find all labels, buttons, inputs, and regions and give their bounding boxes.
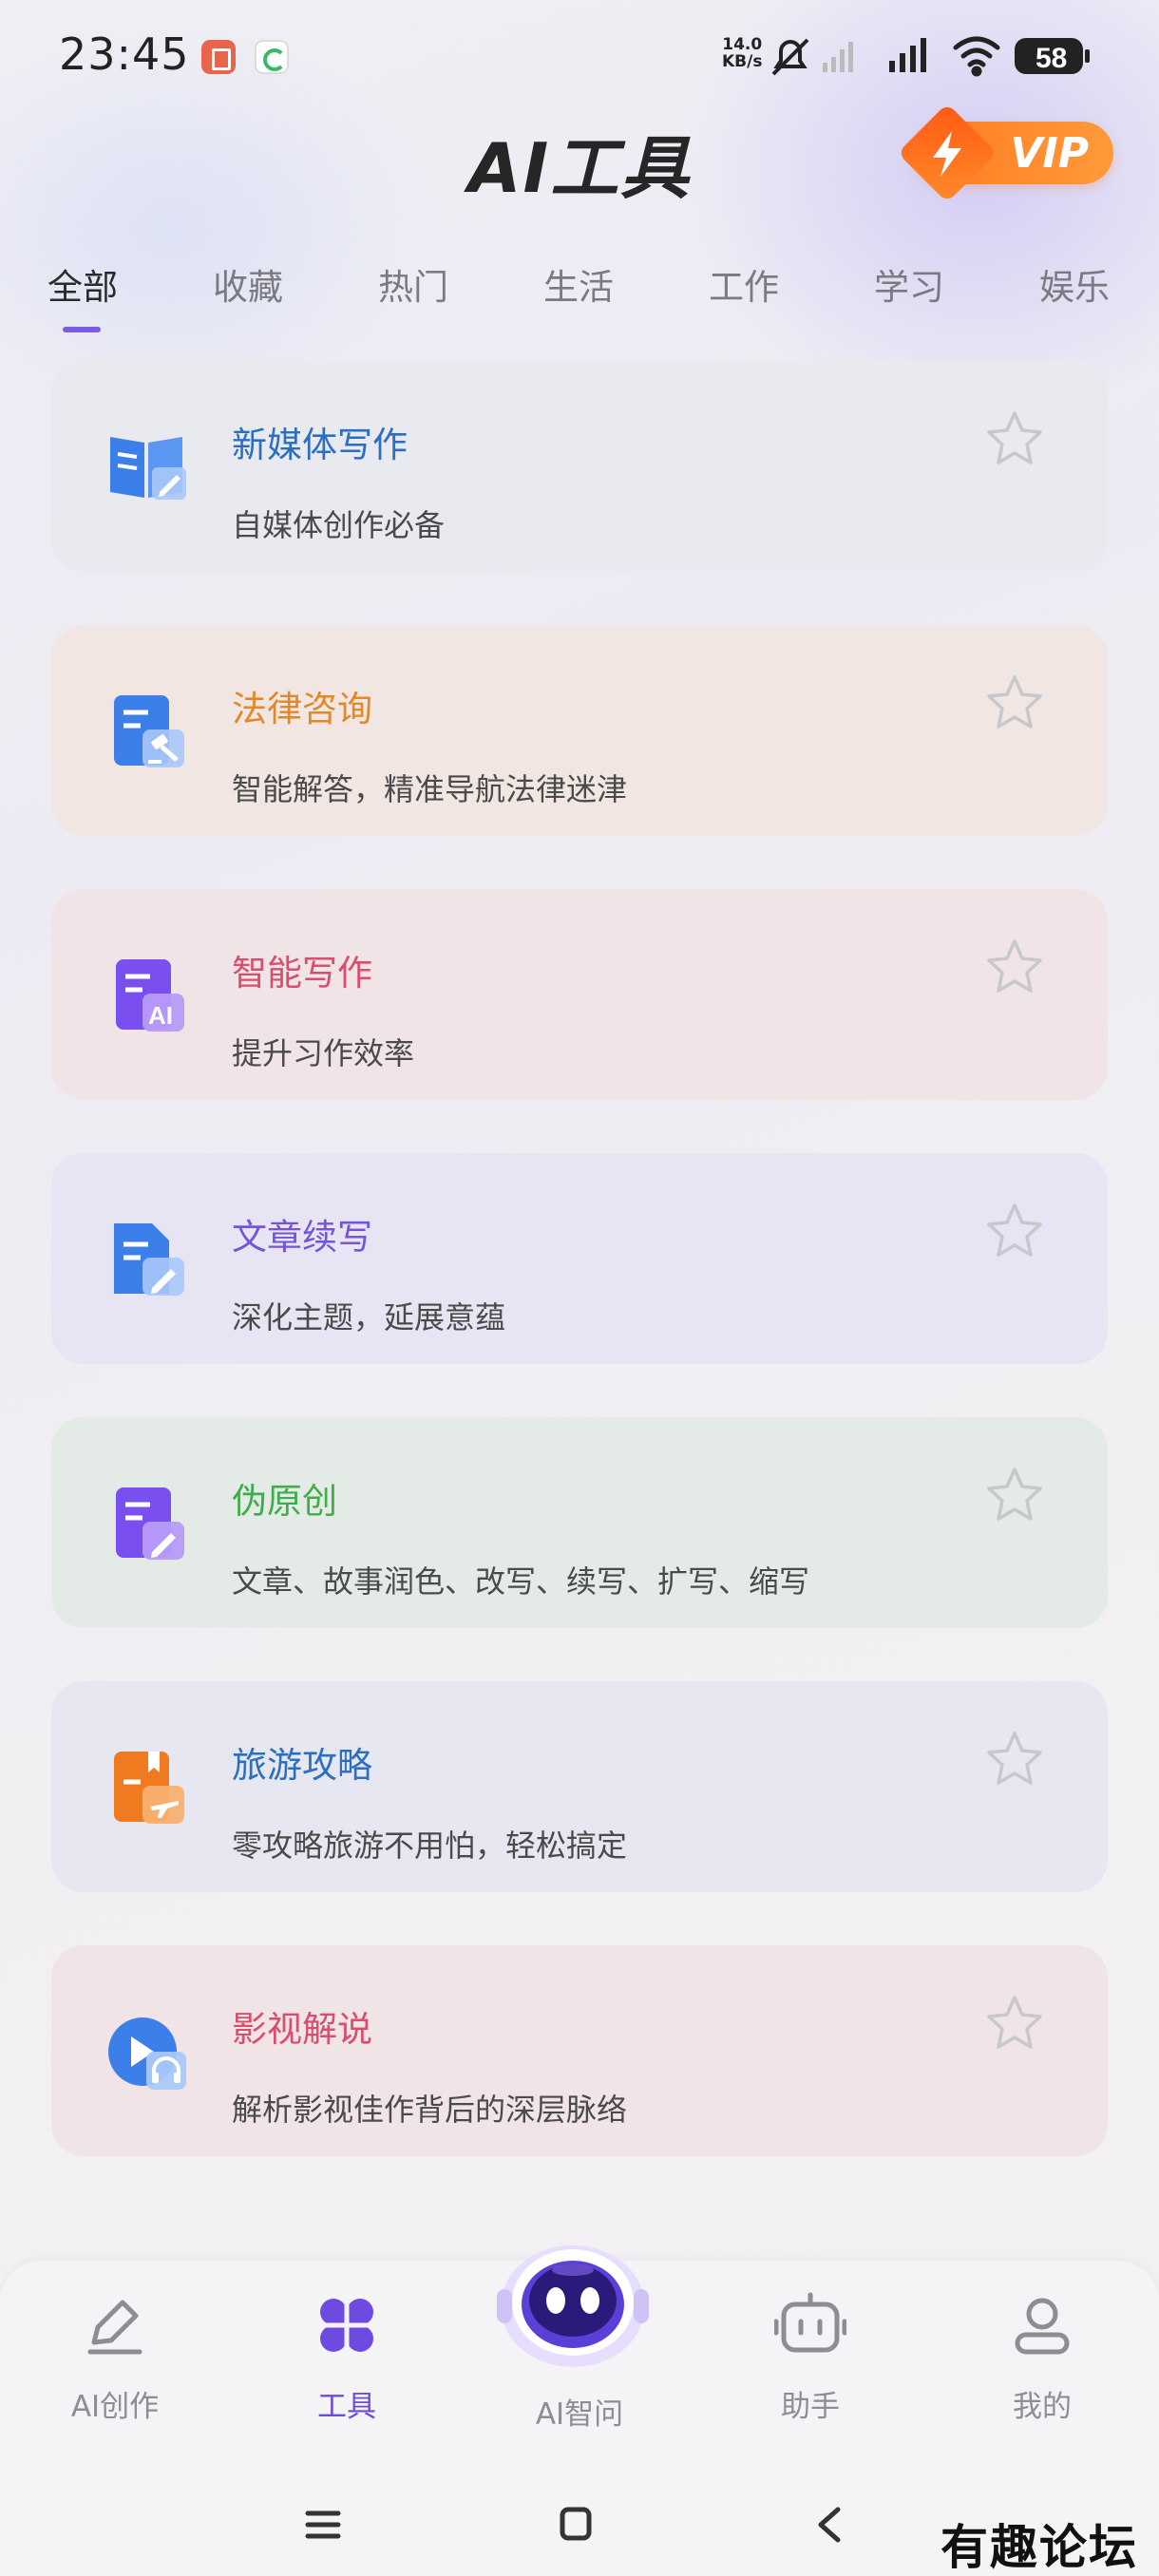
- purple-document-edit-icon: [116, 1487, 184, 1560]
- nav-ai-create[interactable]: AI创作: [34, 2261, 196, 2424]
- tool-card-article-continuation[interactable]: 文章续写 深化主题，延展意蕴: [51, 1153, 1108, 1364]
- tool-title: 旅游攻略: [232, 1745, 372, 1786]
- tool-title: 影视解说: [232, 2009, 372, 2050]
- nav-tools[interactable]: 工具: [266, 2261, 428, 2424]
- tool-title: 法律咨询: [232, 689, 372, 729]
- wifi-icon: [953, 36, 1000, 77]
- nav-label: 我的: [1013, 2390, 1072, 2424]
- tool-card-pseudo-original[interactable]: 伪原创 文章、故事润色、改写、续写、扩写、缩写: [51, 1417, 1108, 1628]
- lightning-icon: [933, 131, 961, 177]
- tab-entertainment[interactable]: 娱乐: [1039, 258, 1110, 310]
- battery-icon: 58: [1015, 38, 1090, 74]
- tool-description: 提升习作效率: [232, 1035, 415, 1071]
- document-edit-icon: [114, 1223, 184, 1296]
- pen-icon: [87, 2300, 142, 2355]
- tab-popular[interactable]: 热门: [378, 258, 448, 310]
- signal-icon: [889, 38, 926, 72]
- travel-book-icon: [114, 1752, 184, 1824]
- favorite-star-icon[interactable]: [984, 937, 1045, 997]
- vip-button[interactable]: VIP: [897, 103, 1113, 203]
- signal-disabled-icon: [823, 42, 853, 72]
- tool-description: 解析影视佳作背后的深层脉络: [232, 2092, 628, 2128]
- tool-title: 新媒体写作: [232, 425, 408, 465]
- tool-card-new-media-writing[interactable]: 新媒体写作 自媒体创作必备: [51, 361, 1108, 572]
- nav-ai-ask[interactable]: AI智问: [497, 2245, 660, 2432]
- menu-icon[interactable]: [305, 2510, 341, 2539]
- nav-label: 工具: [317, 2390, 376, 2424]
- nav-assistant[interactable]: 助手: [730, 2261, 891, 2424]
- tool-description: 自媒体创作必备: [232, 507, 446, 543]
- tool-card-video-commentary[interactable]: 影视解说 解析影视佳作背后的深层脉络: [51, 1945, 1108, 2156]
- back-icon[interactable]: [818, 2507, 841, 2543]
- tool-card-legal-consult[interactable]: 法律咨询 智能解答，精准导航法律迷津: [51, 625, 1108, 836]
- tab-favorites[interactable]: 收藏: [213, 258, 283, 310]
- favorite-star-icon[interactable]: [984, 672, 1045, 733]
- nav-label: AI智问: [535, 2397, 624, 2432]
- ai-document-icon: AI: [116, 959, 184, 1032]
- tool-title: 智能写作: [232, 953, 372, 994]
- nav-label: 助手: [781, 2390, 840, 2424]
- tool-description: 零攻略旅游不用怕，轻松搞定: [232, 1828, 628, 1864]
- robot-avatar-icon: [497, 2245, 649, 2367]
- tab-all[interactable]: 全部: [48, 258, 118, 310]
- law-document-icon: [114, 695, 184, 767]
- favorite-star-icon[interactable]: [984, 408, 1045, 469]
- status-bar: 23:45 14.0 KB/s 58: [0, 0, 1159, 114]
- video-headphones-icon: [108, 2017, 186, 2090]
- svg-text:58: 58: [1036, 43, 1067, 74]
- tool-title: 伪原创: [232, 1481, 337, 1522]
- svg-text:AI: AI: [148, 1001, 173, 1030]
- tab-study[interactable]: 学习: [874, 258, 944, 310]
- tool-card-travel-guide[interactable]: 旅游攻略 零攻略旅游不用怕，轻松搞定: [51, 1681, 1108, 1892]
- mute-bell-icon: [771, 38, 809, 76]
- watermark: 有趣论坛: [940, 2519, 1138, 2575]
- status-icons: 58: [771, 36, 1090, 77]
- favorite-star-icon[interactable]: [984, 1993, 1045, 2054]
- nav-label: AI创作: [70, 2390, 160, 2424]
- tool-card-smart-writing[interactable]: AI 智能写作 提升习作效率: [51, 889, 1108, 1100]
- tool-description: 深化主题，延展意蕴: [232, 1299, 506, 1335]
- vip-label: VIP: [1010, 128, 1089, 178]
- nav-mine[interactable]: 我的: [961, 2261, 1123, 2424]
- favorite-star-icon[interactable]: [984, 1729, 1045, 1790]
- tool-description: 文章、故事润色、改写、续写、扩写、缩写: [232, 1563, 810, 1600]
- tool-description: 智能解答，精准导航法律迷津: [232, 771, 628, 807]
- active-tab-indicator: [63, 327, 101, 332]
- book-edit-icon: [110, 437, 186, 500]
- favorite-star-icon[interactable]: [984, 1465, 1045, 1525]
- assistant-robot-icon: [774, 2292, 846, 2353]
- tab-work[interactable]: 工作: [709, 258, 779, 310]
- user-icon: [1015, 2298, 1070, 2355]
- category-tabs: 全部 收藏 热门 生活 工作 学习 娱乐: [0, 258, 1159, 344]
- tab-life[interactable]: 生活: [543, 258, 614, 310]
- favorite-star-icon[interactable]: [984, 1201, 1045, 1261]
- four-petal-icon: [320, 2299, 373, 2352]
- home-icon[interactable]: [560, 2507, 592, 2541]
- tool-title: 文章续写: [232, 1217, 372, 1258]
